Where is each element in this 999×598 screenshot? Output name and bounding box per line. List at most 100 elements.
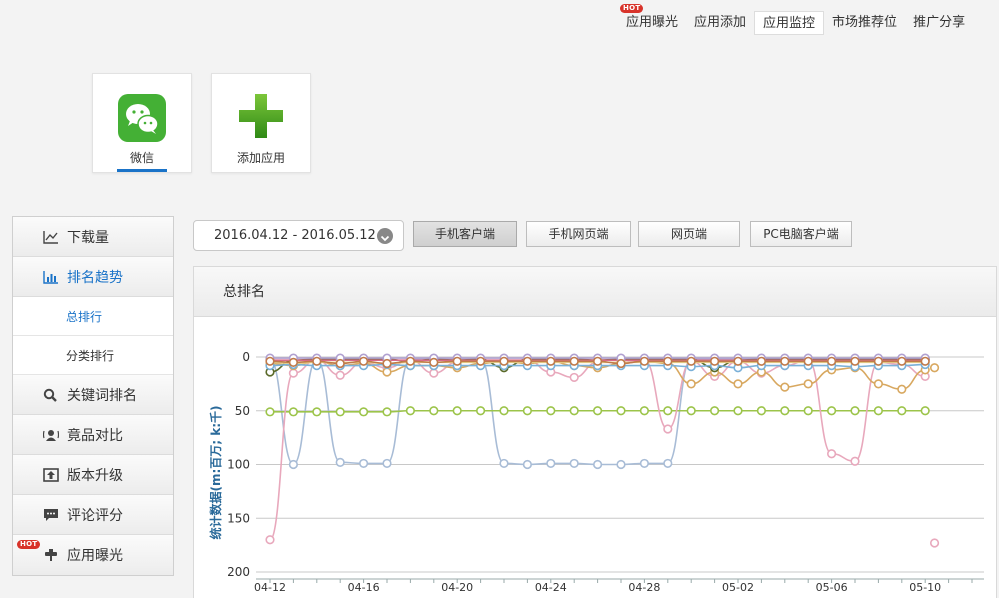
sidebar-item-1[interactable]: 排名趋势 [13, 257, 173, 297]
nav-item-label: 推广分享 [913, 15, 966, 30]
x-tick-label: 05-06 [816, 581, 848, 594]
series-point [803, 406, 813, 416]
y-tick-label: 100 [227, 458, 250, 472]
series-point [382, 407, 392, 417]
platform-button-1[interactable]: 手机网页端 [526, 221, 631, 247]
series-point [546, 406, 556, 416]
series-point [335, 358, 345, 369]
platform-button-0[interactable]: 手机客户端 [413, 221, 517, 247]
nav-item-3[interactable]: 市场推荐位 [824, 11, 905, 35]
series-point [265, 356, 275, 366]
sidebar-item-2[interactable]: 关键词排名 [13, 375, 173, 415]
app-card-wechat[interactable]: 微信 [92, 73, 192, 173]
series-point [569, 372, 579, 383]
platform-button-2[interactable]: 网页端 [638, 221, 740, 247]
series-point [288, 368, 298, 378]
series-point [265, 535, 275, 545]
sidebar-item-label: 版本升级 [67, 467, 123, 484]
series-point [569, 458, 579, 469]
series-point [405, 406, 415, 416]
series-point [929, 363, 940, 373]
series-point [663, 458, 673, 469]
series-point [709, 356, 720, 366]
series-point [663, 424, 673, 434]
series-point [499, 406, 509, 416]
series-point [929, 538, 940, 548]
sidebar-item-0[interactable]: 下载量 [13, 217, 173, 257]
x-tick-label: 04-24 [535, 581, 567, 594]
series-point [756, 356, 767, 366]
sidebar-item-5[interactable]: 评论评分 [13, 495, 173, 535]
x-tick-label: 05-02 [722, 581, 754, 594]
nav-item-1[interactable]: 应用添加 [686, 11, 754, 35]
series-point [593, 356, 603, 366]
y-tick-label: 0 [242, 350, 250, 364]
line-chart-icon [43, 230, 59, 244]
platform-button-3[interactable]: PC电脑客户端 [750, 221, 852, 247]
series-point [897, 384, 907, 394]
x-tick-label: 04-12 [254, 581, 286, 594]
wechat-icon [118, 94, 166, 142]
y-tick-label: 150 [227, 511, 250, 525]
sidebar-subitem-1[interactable]: 分类排行 [13, 336, 173, 375]
series-point [920, 406, 930, 416]
series-point [593, 459, 603, 470]
series-point [522, 406, 533, 416]
series-point [569, 356, 579, 366]
sidebar-subitem-0[interactable]: 总排行 [13, 297, 173, 336]
series-point [850, 406, 860, 416]
series-point [429, 357, 439, 367]
series-point [359, 356, 369, 366]
series-point [359, 407, 369, 417]
upgrade-icon [43, 468, 59, 482]
sidebar-item-6[interactable]: 应用曝光 HOT [13, 535, 173, 575]
series-point [850, 356, 860, 366]
sidebar-item-label: 竟品对比 [67, 427, 123, 444]
series-point [850, 456, 860, 466]
sidebar: 下载量 排名趋势 总排行 分类排行 关键词排名竟品对比版本升级评论评分 应用曝光 HOT [12, 216, 174, 576]
nav-item-4[interactable]: 推广分享 [905, 11, 973, 35]
nav-item-0[interactable]: 应用曝光 HOT [618, 4, 686, 35]
series-point [897, 356, 907, 366]
series-point [756, 406, 767, 416]
series-point [593, 406, 603, 416]
x-tick-label: 04-28 [628, 581, 660, 594]
series-point [335, 407, 345, 417]
add-app-button[interactable]: 添加应用 [211, 73, 311, 173]
series-point [312, 356, 322, 366]
hot-badge: HOT [620, 4, 644, 13]
chart-panel: 总排名 0 50 100 150 200 04-12 04-16 04-20 04-24 04-2… [193, 266, 997, 598]
chevron-down-icon [377, 228, 393, 244]
series-point [288, 357, 298, 367]
series-point [639, 356, 650, 366]
nav-item-label: 应用监控 [763, 16, 816, 31]
series-point [405, 356, 415, 366]
series-point [546, 458, 556, 469]
sidebar-item-label: 应用曝光 [67, 548, 123, 564]
series-point [546, 356, 556, 366]
nav-item-2[interactable]: 应用监控 [754, 11, 825, 35]
series-point [569, 406, 579, 416]
series-point [335, 370, 345, 380]
y-tick-label: 50 [235, 404, 250, 418]
series-point [803, 379, 813, 389]
series-point [335, 457, 345, 467]
sidebar-item-4[interactable]: 版本升级 [13, 455, 173, 495]
series-point [873, 379, 884, 389]
series-point [288, 459, 298, 470]
series-point [382, 367, 392, 377]
sidebar-item-3[interactable]: 竟品对比 [13, 415, 173, 455]
series-line-2 [269, 359, 926, 541]
series-point [359, 458, 369, 469]
series-point [616, 459, 626, 470]
exposure-icon [43, 548, 59, 562]
series-point [616, 406, 626, 416]
series-point [897, 406, 907, 416]
rank-trend-chart: 0 50 100 150 200 04-12 04-16 04-20 04-24 04-28 05-… [208, 350, 984, 594]
series-point [522, 356, 533, 366]
series-point [452, 356, 462, 366]
date-range-picker[interactable]: 2016.04.12 - 2016.05.12 [193, 220, 404, 251]
series-point [288, 407, 298, 417]
nav-item-label: 应用添加 [694, 15, 747, 30]
nav-item-label: 应用曝光 [626, 15, 679, 30]
